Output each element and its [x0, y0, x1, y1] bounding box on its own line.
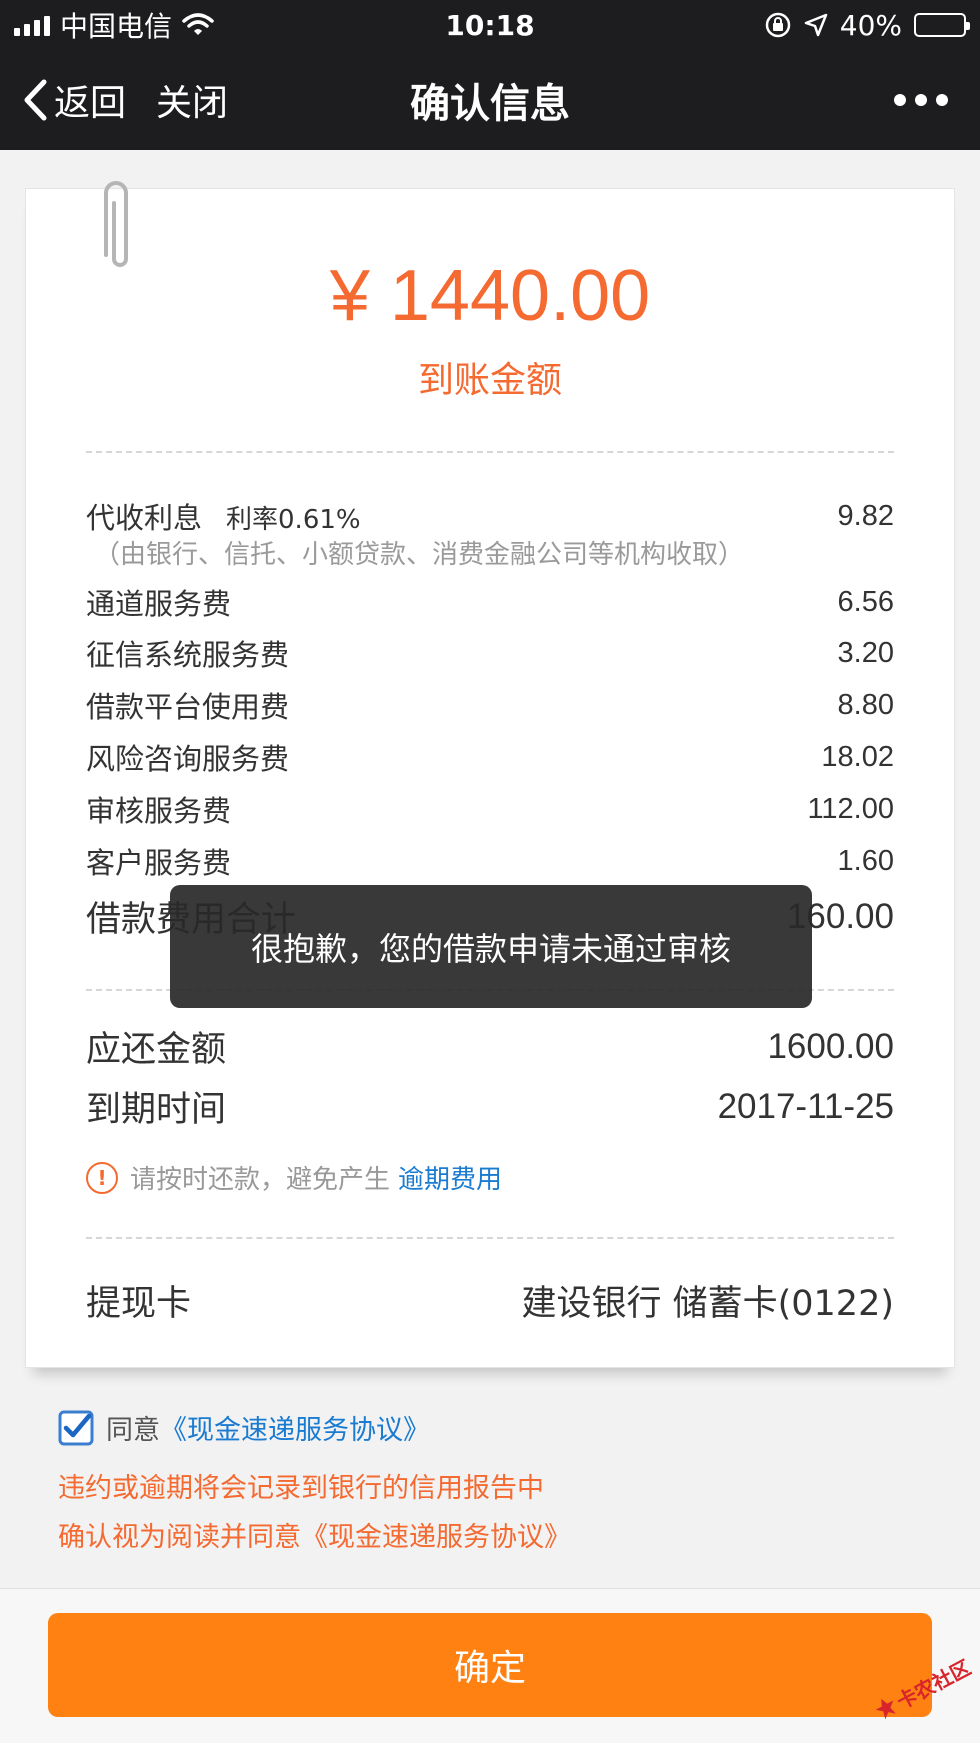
battery-icon [914, 13, 970, 37]
signal-icon [14, 14, 50, 36]
arrival-amount-label: 到账金额 [417, 360, 562, 401]
interest-note: （由银行、信托、小额贷款、消费金融公司等机构收取） [94, 540, 745, 570]
confirm-button[interactable]: 确定 [48, 1613, 932, 1717]
overdue-fee-link[interactable]: 逾期费用 [398, 1159, 502, 1196]
battery-percent: 40% [839, 8, 902, 42]
reminder-text: 请按时还款，避免产生 [130, 1165, 391, 1195]
repay-reminder: ! 请按时还款，避免产生 逾期费用 [86, 1159, 502, 1196]
fee-row: 审核服务费 112.00 [86, 788, 894, 830]
status-left: 中国电信 [14, 5, 214, 45]
fee-row: 风险咨询服务费 18.02 [86, 736, 894, 778]
warning-icon: ! [86, 1161, 118, 1194]
fee-value: 9.82 [837, 499, 894, 532]
more-icon[interactable] [894, 94, 948, 106]
withdraw-card-value: 建设银行 储蓄卡(0122) [521, 1284, 894, 1324]
fee-label: 代收利息 利率0.61% [86, 501, 361, 535]
agreement-link[interactable]: 《现金速递服务协议》 [160, 1408, 430, 1447]
fee-label: 通道服务费 [86, 587, 232, 621]
due-date-label: 到期时间 [86, 1090, 227, 1130]
fee-label: 审核服务费 [86, 794, 232, 828]
fee-value: 6.56 [837, 585, 894, 618]
status-right: 40% [764, 8, 970, 42]
confirm-notice: 确认视为阅读并同意《现金速递服务协议》 [58, 1522, 571, 1553]
fee-row-interest: 代收利息 利率0.61% 9.82 [86, 495, 894, 537]
due-date-value: 2017-11-25 [717, 1086, 894, 1126]
error-toast: 很抱歉，您的借款申请未通过审核 [170, 885, 812, 1008]
fee-row: 客户服务费 1.60 [86, 840, 894, 882]
fee-value: 18.02 [821, 740, 894, 773]
fee-value: 1.60 [837, 844, 894, 877]
withdraw-card-row[interactable]: 提现卡 建设银行 储蓄卡(0122) [86, 1275, 894, 1326]
fee-label: 风险咨询服务费 [86, 742, 290, 776]
wifi-icon [182, 13, 214, 35]
credit-notice: 违约或逾期将会记录到银行的信用报告中 [58, 1473, 544, 1504]
receipt-card: ¥ 1440.00 到账金额 代收利息 利率0.61% 9.82 （由银行、信托、… [25, 181, 955, 1368]
agreement-row: 同意 《现金速递服务协议》 [58, 1408, 430, 1447]
fee-value: 112.00 [807, 792, 894, 825]
fee-label: 客户服务费 [86, 846, 232, 880]
fee-label: 征信系统服务费 [86, 638, 290, 672]
rotation-lock-icon [765, 12, 791, 38]
interest-rate: 利率0.61% [226, 505, 361, 535]
fee-row: 借款平台使用费 8.80 [86, 684, 894, 726]
fee-row: 通道服务费 6.56 [86, 581, 894, 623]
divider [86, 1237, 894, 1239]
location-arrow-icon [804, 13, 828, 37]
fee-value: 8.80 [837, 688, 894, 721]
carrier-label: 中国电信 [60, 10, 173, 43]
arrival-amount: ¥ 1440.00 [329, 256, 651, 336]
chevron-left-icon [24, 79, 47, 121]
repay-amount-label: 应还金额 [86, 1030, 227, 1070]
fee-label: 借款平台使用费 [86, 690, 290, 724]
close-button[interactable]: 关闭 [156, 74, 228, 126]
nav-bar: 返回 关闭 确认信息 [0, 50, 980, 150]
page-title: 确认信息 [410, 81, 570, 127]
divider [86, 451, 894, 453]
agree-prefix: 同意 [106, 1415, 160, 1446]
back-button[interactable]: 返回 [22, 74, 126, 126]
fee-row: 征信系统服务费 3.20 [86, 632, 894, 674]
checkbox-checked-icon[interactable] [58, 1410, 94, 1446]
status-bar: 中国电信 10:18 40% [0, 0, 980, 50]
repay-amount-row: 应还金额 1600.00 [86, 1021, 894, 1072]
repay-amount-value: 1600.00 [767, 1026, 894, 1066]
back-label: 返回 [54, 83, 127, 124]
withdraw-card-label: 提现卡 [86, 1284, 192, 1324]
due-date-row: 到期时间 2017-11-25 [86, 1081, 894, 1132]
fee-value: 3.20 [837, 636, 894, 669]
